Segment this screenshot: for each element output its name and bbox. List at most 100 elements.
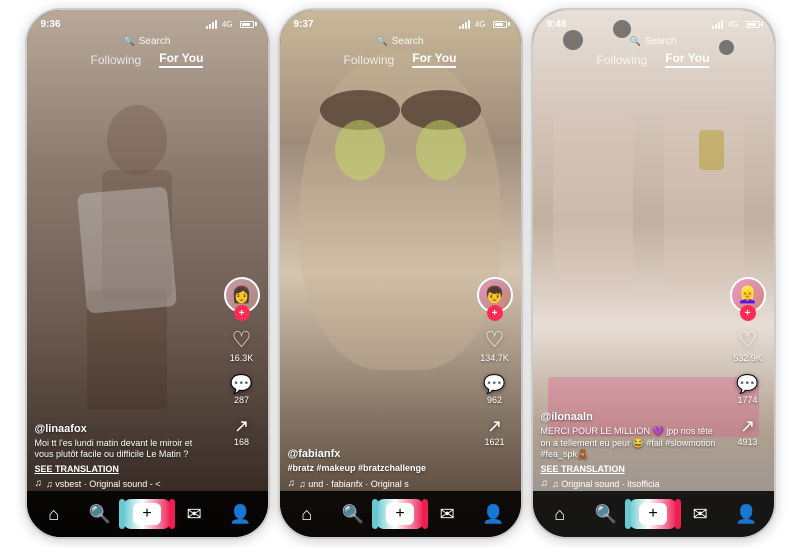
search-bar-1[interactable]: 🔍 Search <box>124 36 171 47</box>
profile-icon-3: 👤 <box>735 505 757 523</box>
nav-inbox-2[interactable]: ✉ <box>424 505 470 523</box>
nav-tabs-3: Following For You <box>597 51 710 68</box>
status-time-2: 9:37 <box>294 19 314 30</box>
nav-search-3[interactable]: 🔍 <box>583 505 629 523</box>
battery-icon-1 <box>240 21 254 28</box>
nav-tabs-1: Following For You <box>91 51 204 68</box>
username-2[interactable]: @fabianfx <box>288 448 466 460</box>
caption-3: MERCI POUR LE MILLION 💜 jpp nos tête on … <box>541 426 719 461</box>
following-tab-3[interactable]: Following <box>597 53 648 67</box>
top-nav-1: 🔍 Search Following For You <box>27 32 268 68</box>
battery-icon-2 <box>493 21 507 28</box>
nav-home-1[interactable]: ⌂ <box>31 505 77 523</box>
heart-icon-1: ♡ <box>232 329 252 351</box>
create-btn-3[interactable]: + <box>629 499 677 529</box>
music-icon-2: ♫ <box>288 478 296 489</box>
share-btn-2[interactable]: ↗ 1621 <box>484 417 504 447</box>
avatar-container-1[interactable]: 👩 + <box>224 277 260 313</box>
search-bar-3[interactable]: 🔍 Search <box>630 36 677 47</box>
discover-icon-2: 🔍 <box>342 505 364 523</box>
following-tab-2[interactable]: Following <box>344 53 395 67</box>
signal-icon-3 <box>712 20 723 29</box>
sound-info-3: ♫ ♫ Original sound · itsofficia <box>541 478 719 489</box>
inbox-icon-2: ✉ <box>440 505 455 523</box>
comment-btn-2[interactable]: 💬 962 <box>483 375 505 405</box>
discover-icon-3: 🔍 <box>595 505 617 523</box>
comment-btn-1[interactable]: 💬 287 <box>230 375 252 405</box>
music-icon-1: ♫ <box>35 478 43 489</box>
nav-tabs-2: Following For You <box>344 51 457 68</box>
sound-text-1: ♫ vsbest · Original sound - < <box>46 479 161 489</box>
profile-icon-1: 👤 <box>229 505 251 523</box>
share-icon-2: ↗ <box>487 417 502 435</box>
sound-text-2: ♫ und · fabianfx · Original s <box>299 479 409 489</box>
caption-2: #bratz #makeup #bratzchallenge <box>288 463 466 475</box>
like-btn-2[interactable]: ♡ 134.7K <box>480 329 509 363</box>
profile-icon-2: 👤 <box>482 505 504 523</box>
phone-3: 9:46 4G 🔍 S <box>531 8 776 539</box>
nav-home-2[interactable]: ⌂ <box>284 505 330 523</box>
nav-profile-2[interactable]: 👤 <box>470 505 516 523</box>
bottom-nav-2: ⌂ 🔍 + ✉ 👤 <box>280 491 521 537</box>
search-label-3: Search <box>645 36 677 47</box>
following-tab-1[interactable]: Following <box>91 53 142 67</box>
comment-icon-1: 💬 <box>230 375 252 393</box>
nav-plus-3[interactable]: + <box>629 499 677 529</box>
follow-btn-2[interactable]: + <box>487 305 503 321</box>
for-you-tab-2[interactable]: For You <box>412 51 456 68</box>
inbox-icon-3: ✉ <box>693 505 708 523</box>
right-controls-1: 👩 + ♡ 16.3K 💬 287 ↗ 168 <box>224 277 260 447</box>
network-type-2: 4G <box>475 20 486 29</box>
signal-icon-1 <box>206 20 217 29</box>
search-label-1: Search <box>139 36 171 47</box>
heart-icon-3: ♡ <box>738 329 758 351</box>
share-count-2: 1621 <box>484 437 504 447</box>
avatar-container-2[interactable]: 👦 + <box>477 277 513 313</box>
bottom-info-3: @ilonaaln MERCI POUR LE MILLION 💜 jpp no… <box>541 411 719 489</box>
create-btn-2[interactable]: + <box>376 499 424 529</box>
for-you-tab-3[interactable]: For You <box>665 51 709 68</box>
username-1[interactable]: @linaafox <box>35 423 213 435</box>
comment-icon-2: 💬 <box>483 375 505 393</box>
username-3[interactable]: @ilonaaln <box>541 411 719 423</box>
share-btn-1[interactable]: ↗ 168 <box>234 417 249 447</box>
share-btn-3[interactable]: ↗ 4913 <box>737 417 757 447</box>
sound-info-2: ♫ ♫ und · fabianfx · Original s <box>288 478 466 489</box>
status-bar-3: 9:46 4G <box>533 10 774 34</box>
share-icon-1: ↗ <box>234 417 249 435</box>
avatar-container-3[interactable]: 👱‍♀️ + <box>730 277 766 313</box>
comment-btn-3[interactable]: 💬 1774 <box>736 375 758 405</box>
music-icon-3: ♫ <box>541 478 549 489</box>
right-controls-2: 👦 + ♡ 134.7K 💬 962 ↗ 1621 <box>477 277 513 447</box>
inbox-icon-1: ✉ <box>187 505 202 523</box>
follow-btn-3[interactable]: + <box>740 305 756 321</box>
bottom-nav-1: ⌂ 🔍 + ✉ 👤 <box>27 491 268 537</box>
search-bar-2[interactable]: 🔍 Search <box>377 36 424 47</box>
nav-search-2[interactable]: 🔍 <box>330 505 376 523</box>
see-translation-1[interactable]: SEE TRANSLATION <box>35 464 213 474</box>
comment-count-1: 287 <box>234 395 249 405</box>
share-count-1: 168 <box>234 437 249 447</box>
nav-profile-3[interactable]: 👤 <box>723 505 769 523</box>
nav-home-3[interactable]: ⌂ <box>537 505 583 523</box>
status-time-3: 9:46 <box>547 19 567 30</box>
nav-profile-1[interactable]: 👤 <box>217 505 263 523</box>
signal-icon-2 <box>459 20 470 29</box>
status-bar-2: 9:37 4G <box>280 10 521 34</box>
for-you-tab-1[interactable]: For You <box>159 51 203 68</box>
bottom-info-2: @fabianfx #bratz #makeup #bratzchallenge… <box>288 448 466 489</box>
like-count-3: 532.9K <box>733 353 762 363</box>
bottom-nav-3: ⌂ 🔍 + ✉ 👤 <box>533 491 774 537</box>
nav-inbox-3[interactable]: ✉ <box>677 505 723 523</box>
nav-inbox-1[interactable]: ✉ <box>171 505 217 523</box>
follow-btn-1[interactable]: + <box>234 305 250 321</box>
like-btn-3[interactable]: ♡ 532.9K <box>733 329 762 363</box>
create-btn-1[interactable]: + <box>123 499 171 529</box>
nav-search-1[interactable]: 🔍 <box>77 505 123 523</box>
see-translation-3[interactable]: SEE TRANSLATION <box>541 464 719 474</box>
nav-plus-1[interactable]: + <box>123 499 171 529</box>
like-btn-1[interactable]: ♡ 16.3K <box>230 329 254 363</box>
sound-text-3: ♫ Original sound · itsofficia <box>552 479 660 489</box>
nav-plus-2[interactable]: + <box>376 499 424 529</box>
status-icons-2: 4G <box>459 20 507 29</box>
